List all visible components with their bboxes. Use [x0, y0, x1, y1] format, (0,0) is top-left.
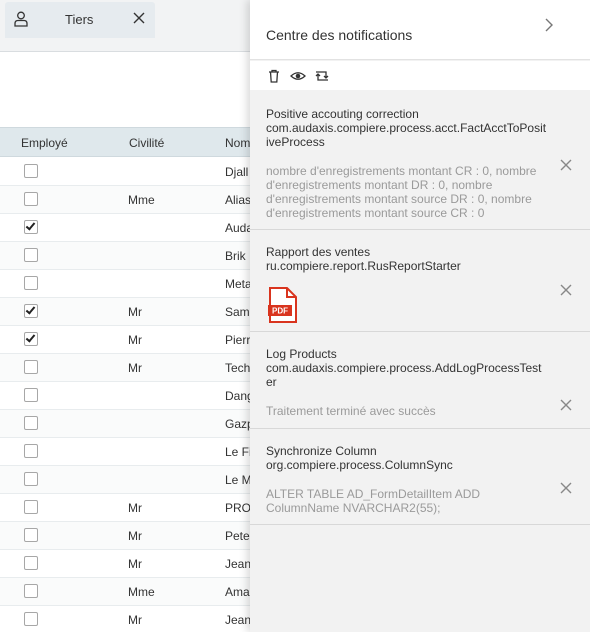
civilite-cell: Mr — [128, 529, 142, 543]
panel-header: Centre des notifications — [250, 0, 590, 60]
civilite-cell: Mme — [128, 585, 155, 599]
notification-process: org.compiere.process.ColumnSync — [266, 458, 453, 472]
eye-icon[interactable] — [290, 68, 306, 84]
nom-cell: Pierr — [225, 333, 251, 347]
notification-process: com.audaxis.compiere.process.acct.FactAc… — [266, 121, 547, 149]
employe-checkbox[interactable] — [24, 332, 38, 346]
checkmark-icon — [25, 304, 36, 315]
employe-checkbox[interactable] — [24, 556, 38, 570]
trash-icon[interactable] — [266, 68, 282, 84]
civilite-cell: Mr — [128, 557, 142, 571]
notification-message: ALTER TABLE AD_FormDetailItem ADD Column… — [266, 487, 481, 515]
nom-cell: Le M — [225, 473, 252, 487]
employe-checkbox[interactable] — [24, 612, 38, 626]
employe-checkbox[interactable] — [24, 304, 38, 318]
notification-process: ru.compiere.report.RusReportStarter — [266, 259, 461, 273]
employe-checkbox[interactable] — [24, 276, 38, 290]
employe-checkbox[interactable] — [24, 444, 38, 458]
nom-cell: Le Fi — [225, 445, 252, 459]
nom-cell: Djall — [225, 165, 249, 179]
nom-cell: Jean — [225, 557, 252, 571]
nom-cell: PRO — [225, 501, 252, 515]
checkmark-icon — [25, 220, 36, 231]
nom-cell: Tech — [225, 361, 251, 375]
notification-item: Positive accouting correction com.audaxi… — [250, 91, 590, 230]
column-header-civilite[interactable]: Civilité — [129, 136, 164, 150]
user-icon — [14, 11, 28, 27]
notification-message: Traitement terminé avec succès — [266, 404, 436, 418]
dismiss-notification-icon[interactable] — [559, 481, 573, 495]
employe-checkbox[interactable] — [24, 220, 38, 234]
civilite-cell: Mr — [128, 305, 142, 319]
civilite-cell: Mr — [128, 361, 142, 375]
chevron-right-icon[interactable] — [542, 18, 556, 32]
refresh-icon[interactable] — [314, 68, 330, 84]
nom-cell: Alias — [225, 193, 252, 207]
notification-item: Synchronize Column org.compiere.process.… — [250, 430, 590, 525]
panel-title: Centre des notifications — [266, 27, 413, 43]
employe-checkbox[interactable] — [24, 472, 38, 486]
notification-process: com.audaxis.compiere.process.AddLogProce… — [266, 361, 542, 389]
nom-cell: Ama — [225, 585, 250, 599]
column-header-employe[interactable]: Employé — [21, 136, 68, 150]
employe-checkbox[interactable] — [24, 248, 38, 262]
pdf-file-icon[interactable]: PDF — [266, 287, 298, 323]
employe-checkbox[interactable] — [24, 360, 38, 374]
employe-checkbox[interactable] — [24, 584, 38, 598]
employe-checkbox[interactable] — [24, 192, 38, 206]
nom-cell: Auda — [225, 221, 254, 235]
pdf-label: PDF — [272, 307, 288, 316]
notification-message: nombre d'enregistrements montant CR : 0,… — [266, 164, 537, 220]
employe-checkbox[interactable] — [24, 528, 38, 542]
nom-cell: Sam — [225, 305, 250, 319]
employe-checkbox[interactable] — [24, 388, 38, 402]
panel-toolbar — [250, 61, 590, 90]
civilite-cell: Mme — [128, 193, 155, 207]
civilite-cell: Mr — [128, 501, 142, 515]
dismiss-notification-icon[interactable] — [559, 398, 573, 412]
tab-label: Tiers — [65, 12, 94, 27]
tab-tiers[interactable]: Tiers — [5, 2, 155, 38]
employe-checkbox[interactable] — [24, 164, 38, 178]
notification-title: Rapport des ventes — [266, 245, 371, 259]
notification-item: Log Products com.audaxis.compiere.proces… — [250, 333, 590, 429]
dismiss-notification-icon[interactable] — [559, 158, 573, 172]
notification-center-panel: Centre des notifications Positive accout… — [250, 0, 590, 632]
notification-title: Synchronize Column — [266, 444, 377, 458]
notification-title: Log Products — [266, 347, 337, 361]
nom-cell: Brik — [225, 249, 246, 263]
dismiss-notification-icon[interactable] — [559, 283, 573, 297]
nom-cell: Meta — [225, 277, 252, 291]
civilite-cell: Mr — [128, 333, 142, 347]
close-tab-icon[interactable] — [132, 11, 146, 25]
nom-cell: Pete — [225, 529, 250, 543]
civilite-cell: Mr — [128, 613, 142, 627]
nom-cell: Jean — [225, 613, 252, 627]
employe-checkbox[interactable] — [24, 416, 38, 430]
notification-title: Positive accouting correction — [266, 107, 419, 121]
notification-item: Rapport des ventes ru.compiere.report.Ru… — [250, 231, 590, 332]
checkmark-icon — [25, 332, 36, 343]
column-header-nom[interactable]: Nom — [225, 136, 250, 150]
employe-checkbox[interactable] — [24, 500, 38, 514]
